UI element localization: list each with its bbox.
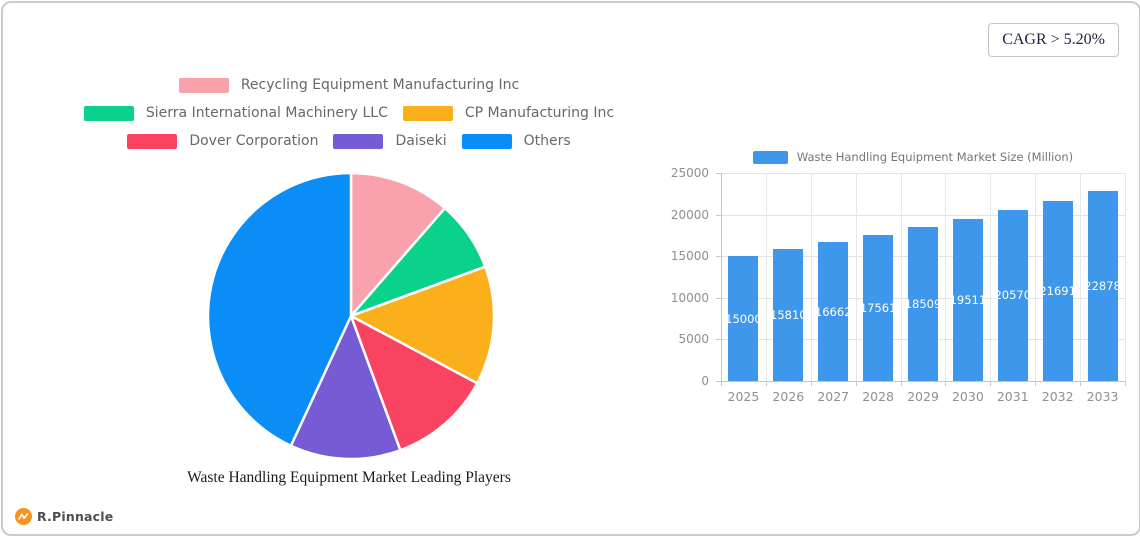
bar-value-label: 16662 — [814, 304, 852, 319]
x-tick-label: 2028 — [862, 389, 895, 404]
x-tick-label: 2027 — [817, 389, 850, 404]
legend-label: Recycling Equipment Manufacturing Inc — [240, 77, 520, 93]
legend-swatch — [178, 77, 229, 93]
bar-x-axis-labels: 2025 2026 2027 2028 2029 2030 2031 2032 2033 — [721, 389, 1125, 405]
legend-swatch — [83, 105, 134, 121]
legend-swatch — [402, 105, 453, 121]
legend-swatch — [461, 133, 512, 149]
x-tick-label: 2031 — [996, 389, 1029, 404]
legend-swatch — [127, 133, 178, 149]
bar-legend-swatch — [752, 150, 788, 164]
gridline-vertical — [945, 173, 947, 381]
cagr-badge: CAGR > 5.20% — [988, 23, 1119, 57]
legend-label: Dover Corporation — [189, 133, 319, 149]
y-tick-label: 10000 — [670, 290, 709, 305]
x-tick-label: 2025 — [727, 389, 760, 404]
pie-title: Waste Handling Equipment Market Leading … — [187, 469, 511, 486]
bar-2032: 21691 — [1039, 200, 1076, 381]
bar-value-label: 21691 — [1039, 283, 1076, 298]
gridline-horizontal — [721, 381, 1125, 382]
x-axis-tickmark — [1035, 381, 1037, 386]
bar-value-label: 18509 — [904, 297, 942, 311]
x-axis-tickmark — [721, 381, 722, 386]
x-axis-tickmark — [765, 381, 767, 386]
bar-y-axis-labels: 0 5000 10000 15000 20000 25000 — [659, 166, 715, 388]
bar-2026: 15810 — [770, 249, 807, 381]
legend-label: Others — [523, 133, 571, 149]
bar-legend[interactable]: Waste Handling Equipment Market Size (Mi… — [703, 150, 1123, 164]
pie-legend: Recycling Equipment Manufacturing Inc Sie… — [49, 77, 649, 149]
x-axis-tickmark — [855, 381, 857, 386]
bar-2029: 18509 — [905, 227, 941, 381]
bar-2027: 16662 — [815, 242, 852, 381]
brand-pinnacle-icon — [15, 508, 32, 525]
x-tick-label: 2032 — [1041, 389, 1074, 404]
bar-value-label: 15000 — [725, 311, 762, 326]
pie-legend-item-others[interactable]: Others — [461, 133, 571, 149]
legend-label: Sierra International Machinery LLC — [145, 105, 388, 121]
y-axis-line — [721, 173, 722, 381]
y-tick-label: 20000 — [670, 207, 709, 222]
bar-value-label: 20570 — [994, 288, 1032, 303]
x-tick-label: 2033 — [1086, 389, 1119, 404]
y-tick-label: 25000 — [670, 166, 709, 180]
x-tick-label: 2030 — [951, 389, 984, 404]
gridline-horizontal — [721, 173, 1125, 174]
gridline-vertical — [855, 173, 857, 381]
gridline-vertical — [1080, 173, 1082, 381]
bar-value-label: 22878 — [1084, 278, 1121, 293]
x-axis-tickmark — [1080, 381, 1082, 386]
legend-label: CP Manufacturing Inc — [464, 105, 615, 121]
y-tick-label: 15000 — [670, 249, 709, 264]
bar-2028: 17561 — [860, 234, 896, 381]
x-axis-tickmark — [990, 381, 992, 386]
gridline-vertical — [1035, 173, 1037, 381]
brand-name: R.Pinnacle — [37, 509, 114, 524]
legend-swatch — [333, 133, 384, 149]
bar-2033: 22878 — [1084, 190, 1121, 381]
bar-value-label: 19511 — [949, 292, 987, 307]
bar-2031: 20570 — [994, 209, 1031, 381]
y-tick-label: 5000 — [678, 332, 709, 347]
y-tick-label: 0 — [701, 374, 709, 388]
pie-legend-item-dover-corporation[interactable]: Dover Corporation — [127, 133, 318, 149]
report-card: CAGR > 5.20% Recycling Equipment Manufac… — [1, 1, 1140, 536]
gridline-vertical — [1125, 173, 1126, 381]
x-axis-tickmark — [945, 381, 947, 386]
gridline-vertical — [810, 173, 812, 381]
x-tick-label: 2026 — [772, 389, 805, 404]
bar-value-label: 15810 — [770, 308, 807, 323]
pie-legend-item-sierra-international-machinery-llc[interactable]: Sierra International Machinery LLC — [83, 105, 388, 121]
x-axis-tickmark — [900, 381, 902, 386]
brand-logo: R.Pinnacle — [15, 508, 113, 525]
bar-2025: 15000 — [725, 256, 762, 381]
pie-chart — [206, 171, 496, 461]
legend-label: Daiseki — [395, 133, 447, 149]
bar-legend-label: Waste Handling Equipment Market Size (Mi… — [796, 150, 1074, 164]
pie-legend-item-daiseki[interactable]: Daiseki — [333, 133, 447, 149]
pie-legend-item-cp-manufacturing-inc[interactable]: CP Manufacturing Inc — [402, 105, 615, 121]
bar-2030: 19511 — [950, 218, 986, 381]
x-axis-tickmark — [1125, 381, 1126, 386]
gridline-vertical — [900, 173, 902, 381]
gridline-vertical — [765, 173, 767, 381]
gridline-vertical — [990, 173, 992, 381]
bar-value-label: 17561 — [859, 300, 897, 315]
pie-legend-item-recycling-equipment-manufacturing-inc[interactable]: Recycling Equipment Manufacturing Inc — [178, 77, 520, 93]
x-tick-label: 2029 — [907, 389, 939, 404]
bar-plot: 15000 15810 16662 17561 18509 19511 20570 21691… — [716, 173, 1126, 386]
x-axis-tickmark — [810, 381, 812, 386]
